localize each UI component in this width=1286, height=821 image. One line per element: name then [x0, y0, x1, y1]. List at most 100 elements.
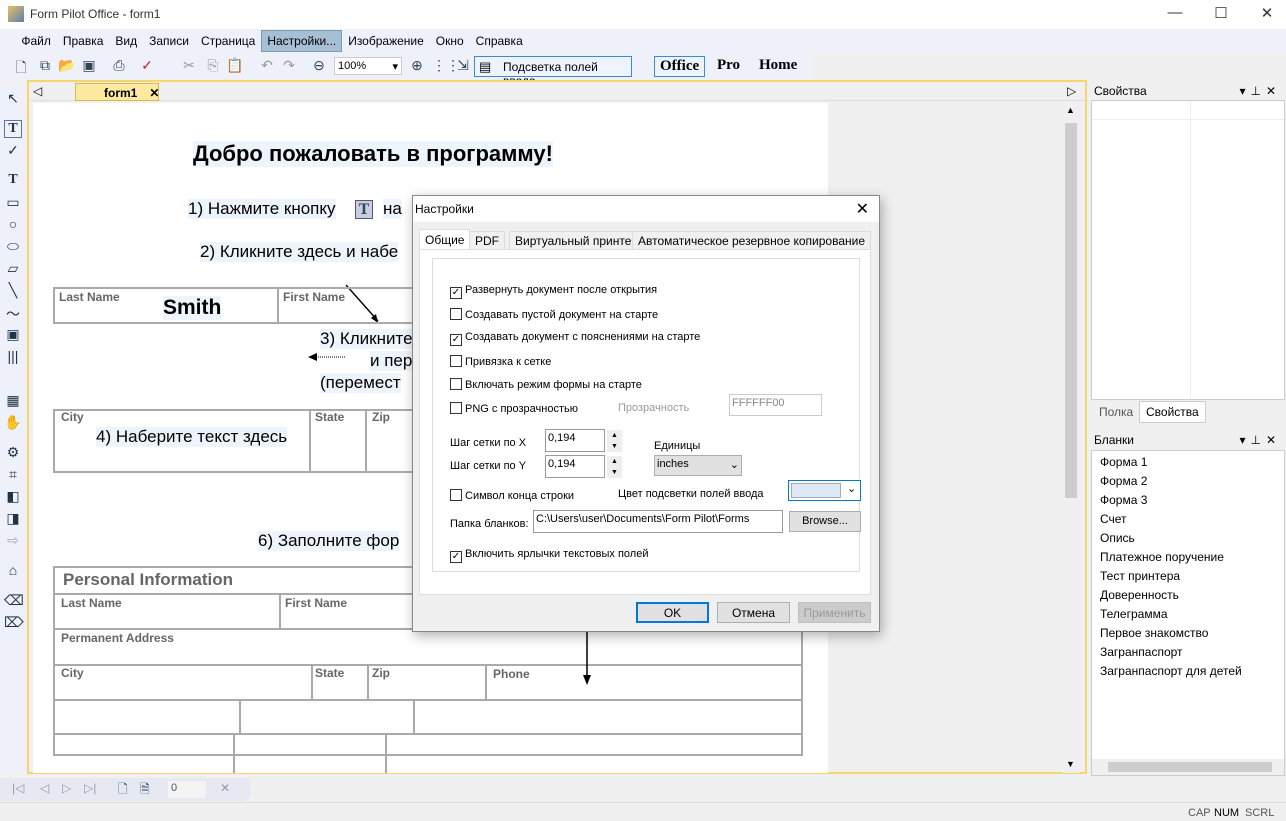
redo-icon[interactable]: ↷	[280, 57, 298, 75]
image-icon[interactable]: ▣	[4, 326, 22, 344]
mode-home-button[interactable]: Home	[754, 56, 802, 77]
units-select[interactable]: inches ⌄	[654, 455, 742, 476]
circle-icon[interactable]: ○	[4, 216, 22, 234]
vertical-scrollbar[interactable]: ▲ ▼	[1062, 103, 1080, 773]
tab-general[interactable]: Общие	[419, 229, 471, 251]
mode-pro-button[interactable]: Pro	[712, 56, 745, 77]
zoom-out-icon[interactable]: ⊖	[310, 57, 328, 75]
home-icon[interactable]: ⌂	[4, 562, 22, 580]
form-item[interactable]: Первое знакомство	[1092, 624, 1284, 643]
cut-icon[interactable]: ✂	[180, 57, 198, 75]
copy-doc-icon[interactable]: ⧉	[36, 57, 54, 75]
menu-records[interactable]: Записи	[143, 30, 195, 52]
text-field-labels-checkbox[interactable]: ✓ Включить ярлычки текстовых полей	[450, 548, 649, 563]
record-list-icon[interactable]: 🗎	[140, 780, 150, 801]
form-item[interactable]: Форма 1	[1092, 453, 1284, 472]
eraser2-icon[interactable]: ⌦	[4, 614, 24, 632]
grid-y-input[interactable]: 0,194	[545, 455, 605, 478]
browse-button[interactable]: Browse...	[789, 511, 861, 532]
open-icon[interactable]: 📂	[58, 57, 76, 75]
form-item[interactable]: Платежное поручение	[1092, 548, 1284, 567]
tab-shelf[interactable]: Полка	[1093, 402, 1139, 422]
cancel-button[interactable]: Отмена	[717, 602, 790, 623]
mode-office-button[interactable]: Office	[654, 56, 706, 77]
stamp-icon[interactable]: ⚙	[4, 444, 22, 462]
check-icon[interactable]: ✓	[4, 142, 22, 160]
hand-icon[interactable]: ✋	[4, 414, 22, 432]
fill-icon[interactable]: ◧	[4, 488, 22, 506]
maximize-button[interactable]: ☐	[1206, 4, 1236, 24]
transparency-input[interactable]: FFFFFF00	[729, 394, 822, 416]
end-of-line-checkbox[interactable]: Символ конца строки	[450, 489, 574, 502]
scan-icon[interactable]: ▦	[4, 392, 22, 410]
tab-auto-backup[interactable]: Автоматическое резервное копирование	[632, 231, 872, 250]
rectangle-icon[interactable]: ▭	[4, 194, 22, 212]
form-item[interactable]: Загранпаспорт	[1092, 643, 1284, 662]
delete-record-icon[interactable]: ✕	[220, 781, 230, 795]
menu-view[interactable]: Вид	[109, 30, 143, 52]
form-item[interactable]: Счет	[1092, 510, 1284, 529]
properties-grid[interactable]	[1091, 100, 1285, 400]
grid-icon[interactable]: ⋮⋮	[432, 57, 460, 75]
expand-document-checkbox[interactable]: ✓ Развернуть документ после открытия	[450, 284, 657, 299]
next-record-icon[interactable]: ▷	[62, 781, 71, 795]
form-item[interactable]: Телеграмма	[1092, 605, 1284, 624]
form-item[interactable]: Форма 3	[1092, 491, 1284, 510]
tab-pdf[interactable]: PDF	[469, 231, 505, 250]
form-item[interactable]: Опись	[1092, 529, 1284, 548]
menu-help[interactable]: Справка	[470, 30, 529, 52]
first-record-icon[interactable]: |◁	[12, 781, 24, 795]
curve-icon[interactable]: 〜	[4, 304, 22, 322]
form-item[interactable]: Форма 2	[1092, 472, 1284, 491]
barcode-icon[interactable]: |||	[4, 348, 22, 366]
arrow-icon[interactable]: ⇨	[4, 532, 22, 550]
scrollbar-thumb[interactable]	[1065, 123, 1077, 498]
tab-scroll-right-icon[interactable]: ▷	[1067, 84, 1076, 98]
forms-folder-input[interactable]: C:\Users\user\Documents\Form Pilot\Forms	[533, 510, 783, 533]
prev-record-icon[interactable]: ◁	[40, 781, 49, 795]
tab-form1[interactable]: form1 ✕	[75, 83, 159, 101]
menu-file[interactable]: Файл	[15, 30, 57, 52]
polygon-icon[interactable]: ▱	[4, 260, 22, 278]
snap-to-grid-checkbox[interactable]: Привязка к сетке	[450, 355, 551, 368]
pointer-icon[interactable]: ↖	[4, 90, 22, 108]
fill2-icon[interactable]: ◨	[4, 510, 22, 528]
crop-icon[interactable]: ⌗	[4, 466, 22, 484]
menu-image[interactable]: Изображение	[342, 30, 430, 52]
record-number-input[interactable]: 0	[168, 781, 206, 798]
text-icon[interactable]: T	[4, 172, 22, 190]
text-field-icon[interactable]: T	[4, 120, 22, 138]
form-item[interactable]: Тест принтера	[1092, 567, 1284, 586]
move-icon[interactable]: ⇲	[454, 57, 472, 75]
tab-virtual-printer[interactable]: Виртуальный принтер	[509, 231, 645, 250]
tab-properties[interactable]: Свойства	[1139, 401, 1206, 423]
zoom-select[interactable]: 100% ▾	[334, 57, 402, 75]
copy-icon[interactable]: ⎘	[204, 57, 222, 75]
horizontal-scrollbar[interactable]	[1092, 759, 1284, 775]
zoom-in-icon[interactable]: ⊕	[408, 57, 426, 75]
panel-controls-icon[interactable]: ▾⊥✕	[1239, 433, 1281, 447]
eraser-icon[interactable]: ⌫	[4, 592, 24, 610]
new-record-icon[interactable]: 🗋	[118, 780, 128, 801]
apply-button[interactable]: Применить	[798, 602, 871, 623]
grid-y-spinner[interactable]: ▲ ▼	[607, 456, 622, 478]
png-transparency-checkbox[interactable]: PNG с прозрачностью	[450, 402, 578, 415]
form-item[interactable]: Доверенность	[1092, 586, 1284, 605]
ellipse-icon[interactable]: ⬭	[4, 238, 22, 256]
paste-icon[interactable]: 📋	[226, 57, 244, 75]
tab-scroll-left-icon[interactable]: ◁	[33, 84, 42, 98]
grid-x-input[interactable]: 0,194	[545, 429, 605, 452]
undo-icon[interactable]: ↶	[258, 57, 276, 75]
form-mode-checkbox[interactable]: Включать режим формы на старте	[450, 378, 642, 391]
menu-edit[interactable]: Правка	[57, 30, 110, 52]
tutorial-document-checkbox[interactable]: ✓ Создавать документ с пояснениями на ста…	[450, 331, 700, 346]
panel-controls-icon[interactable]: ▾⊥✕	[1239, 84, 1281, 98]
new-icon[interactable]: 🗋	[12, 57, 30, 75]
minimize-button[interactable]: —	[1160, 4, 1190, 24]
menu-settings[interactable]: Настройки...	[261, 30, 343, 52]
menu-window[interactable]: Окно	[430, 30, 470, 52]
close-button[interactable]: ✕	[1252, 4, 1282, 24]
line-icon[interactable]: ╲	[4, 282, 22, 300]
menu-page[interactable]: Страница	[195, 30, 261, 52]
highlight-fields-button[interactable]: ▤Подсветка полей ввода	[474, 56, 632, 88]
